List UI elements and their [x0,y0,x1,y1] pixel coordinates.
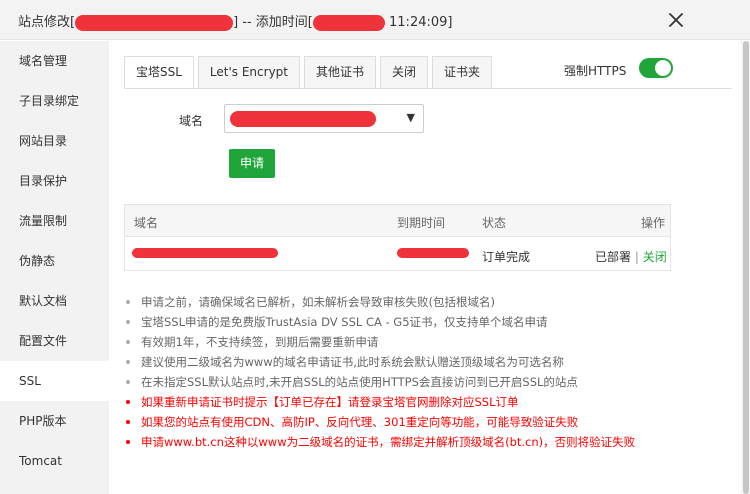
domain-label: 域名 [179,114,204,128]
scrollbar-thumb[interactable] [743,41,749,494]
redacted-domain-cell [132,248,278,258]
action-separator: | [634,250,639,264]
tab-other-certificate[interactable]: 其他证书 [304,56,377,88]
close-button[interactable] [666,10,686,30]
certificate-table: 域名 到期时间 状态 操作 订单完成 已部署 | 关闭 [124,204,671,271]
warning-note-item: 如果您的站点有使用CDN、高防IP、反向代理、301重定向等功能，可能导致验证失… [123,412,635,432]
title-time: 11:24:09] [389,15,453,30]
table-row: 订单完成 已部署 | 关闭 [125,237,670,270]
redacted-expiry-cell [397,248,469,258]
dialog-titlebar: 站点修改[ ] -- 添加时间[ 11:24:09] [0,0,750,40]
action-cell: 已部署 | 关闭 [595,248,667,265]
close-link[interactable]: 关闭 [643,250,667,264]
warning-note-item: 如果重新申请证书时提示【订单已存在】请登录宝塔官网删除对应SSL订单 [123,392,635,412]
vertical-scrollbar[interactable] [741,41,750,494]
redacted-date [312,14,385,31]
sidebar-item-rewrite[interactable]: 伪静态 [0,241,109,281]
note-item: 申请之前，请确保域名已解析，如未解析会导致审核失败(包括根域名) [123,292,635,312]
note-item: 宝塔SSL申请的是免费版TrustAsia DV SSL CA - G5证书，仅… [123,312,635,332]
table-header: 域名 到期时间 状态 操作 [125,205,670,237]
sidebar-item-traffic-limit[interactable]: 流量限制 [0,201,109,241]
warning-note-item: 申请www.bt.cn这种以www为二级域名的证书，需绑定并解析顶级域名(bt.… [123,432,635,452]
tabs-divider [124,88,732,89]
domain-select[interactable]: ▼ [224,104,424,133]
sidebar-item-site-directory[interactable]: 网站目录 [0,121,109,161]
tab-lets-encrypt[interactable]: Let's Encrypt [197,56,300,88]
redacted-selected-domain [230,111,376,127]
force-https-toggle[interactable] [639,58,673,78]
settings-sidebar: 域名管理 子目录绑定 网站目录 目录保护 流量限制 伪静态 默认文档 配置文件 … [0,41,109,494]
force-https-label: 强制HTTPS [564,64,627,78]
deployed-label: 已部署 [595,250,632,264]
ssl-tabs: 宝塔SSL Let's Encrypt 其他证书 关闭 证书夹 [124,56,496,89]
title-middle: ] -- 添加时间[ [233,15,313,30]
sidebar-item-default-document[interactable]: 默认文档 [0,281,109,321]
tab-close-ssl[interactable]: 关闭 [380,56,429,88]
ssl-panel: 宝塔SSL Let's Encrypt 其他证书 关闭 证书夹 强制HTTPS … [109,41,741,494]
sidebar-item-ssl[interactable]: SSL [0,361,109,401]
column-status: 状态 [482,216,507,230]
sidebar-item-php-version[interactable]: PHP版本 [0,401,109,441]
status-cell: 订单完成 [482,250,531,264]
column-action: 操作 [641,216,666,230]
tab-baota-ssl[interactable]: 宝塔SSL [124,56,194,89]
sidebar-item-domain-management[interactable]: 域名管理 [0,41,109,81]
apply-button[interactable]: 申请 [229,149,275,178]
title-prefix: 站点修改[ [18,15,76,30]
caret-down-icon: ▼ [406,111,415,124]
column-domain: 域名 [134,216,159,230]
sidebar-item-tomcat[interactable]: Tomcat [0,441,109,481]
sidebar-item-config-file[interactable]: 配置文件 [0,321,109,361]
sidebar-item-subdirectory-binding[interactable]: 子目录绑定 [0,81,109,121]
column-expiry: 到期时间 [397,216,446,230]
note-item: 建议使用二级域名为www的域名申请证书,此时系统会默认赠送顶级域名为可选名称 [123,352,635,372]
sidebar-item-directory-protection[interactable]: 目录保护 [0,161,109,201]
redacted-site-name [75,14,234,31]
dialog-title: 站点修改[ ] -- 添加时间[ 11:24:09] [18,11,452,31]
close-icon [669,13,683,27]
help-notes: 申请之前，请确保域名已解析，如未解析会导致审核失败(包括根域名) 宝塔SSL申请… [123,292,635,452]
note-item: 在未指定SSL默认站点时,未开启SSL的站点使用HTTPS会直接访问到已开启SS… [123,372,635,392]
tab-certificate-folder[interactable]: 证书夹 [432,56,493,88]
toggle-knob [655,60,671,76]
note-item: 有效期1年，不支持续签，到期后需要重新申请 [123,332,635,352]
